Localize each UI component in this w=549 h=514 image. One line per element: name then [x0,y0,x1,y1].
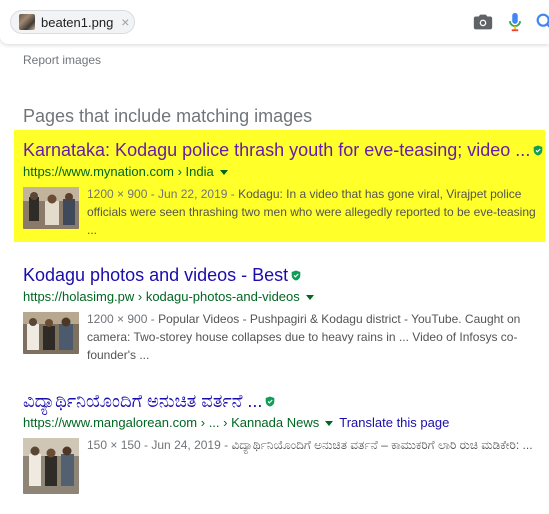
close-icon[interactable]: × [121,15,129,29]
result-thumbnail[interactable] [23,312,79,354]
result-title-link[interactable]: Karnataka: Kodagu police thrash youth fo… [23,139,548,161]
query-image-thumbnail [19,14,35,30]
search-result: ವಿದ್ಯಾರ್ಥಿನಿಯೊಂದಿಗೆ ಅನುಚಿತ ವರ್ತನೆ ... ht… [23,390,548,494]
result-options-caret[interactable] [325,420,334,426]
result-snippet: 1200 × 900 - Jun 22, 2019 - Kodagu: In a… [87,185,542,239]
result-url: https://www.mangalorean.com › ... › Kann… [23,414,548,432]
result-url: https://www.mynation.com › India [23,163,548,181]
result-title-link[interactable]: ವಿದ್ಯಾರ್ಥಿನಿಯೊಂದಿಗೆ ಅನುಚಿತ ವರ್ತನೆ ... [23,390,548,412]
microphone-icon[interactable] [504,11,526,33]
report-images-link[interactable]: Report images [23,53,101,67]
result-thumbnail[interactable] [23,187,79,229]
query-image-filename: beaten1.png [41,14,114,30]
verified-shield-icon [291,270,301,280]
camera-icon[interactable] [472,11,494,33]
result-snippet: 150 × 150 - Jun 24, 2019 - ವಿದ್ಯಾರ್ಥಿನಿಯ… [87,436,542,494]
result-url-text: https://www.mynation.com › India [23,164,214,179]
result-body: 1200 × 900 - Jun 22, 2019 - Kodagu: In a… [23,185,548,239]
result-meta: 150 × 150 - Jun 24, 2019 - [87,438,229,452]
section-heading: Pages that include matching images [23,106,313,126]
result-title-link[interactable]: Kodagu photos and videos - Best [23,264,548,286]
result-title-text: Kodagu photos and videos - Best [23,265,289,285]
result-title-text: ವಿದ್ಯಾರ್ಥಿನಿಯೊಂದಿಗೆ ಅನುಚಿತ ವರ್ತನೆ ... [23,391,263,411]
result-body: 150 × 150 - Jun 24, 2019 - ವಿದ್ಯಾರ್ಥಿನಿಯ… [23,436,548,494]
result-url: https://holasimg.pw › kodagu-photos-and-… [23,288,548,306]
result-snippet: 1200 × 900 - Popular Videos - Pushpagiri… [87,310,542,364]
result-title-text: Karnataka: Kodagu police thrash youth fo… [23,140,531,160]
result-thumbnail[interactable] [23,438,79,494]
image-query-chip[interactable]: beaten1.png × [10,10,135,34]
translate-page-link[interactable]: Translate this page [339,414,449,432]
result-url-text: https://www.mangalorean.com › ... › Kann… [23,415,320,430]
result-body: 1200 × 900 - Popular Videos - Pushpagiri… [23,310,548,364]
result-meta: 1200 × 900 - [87,312,155,326]
verified-shield-icon [534,145,543,155]
result-url-text: https://holasimg.pw › kodagu-photos-and-… [23,289,300,304]
result-meta: 1200 × 900 - Jun 22, 2019 - [87,187,235,201]
search-results-page: beaten1.png × Report images Pages that i… [0,0,549,514]
result-options-caret[interactable] [305,294,314,300]
search-bar: beaten1.png × [0,0,549,44]
search-result: Kodagu photos and videos - Best https://… [23,264,548,364]
search-result: Karnataka: Kodagu police thrash youth fo… [23,139,548,239]
result-options-caret[interactable] [219,169,228,175]
verified-shield-icon [266,396,275,406]
result-snippet-text: ವಿದ್ಯಾರ್ಥಿನಿಯೊಂದಿಗೆ ಅನುಚಿತ ವರ್ತನೆ – ಕಾಮು… [231,438,533,452]
search-icon[interactable] [534,11,549,33]
